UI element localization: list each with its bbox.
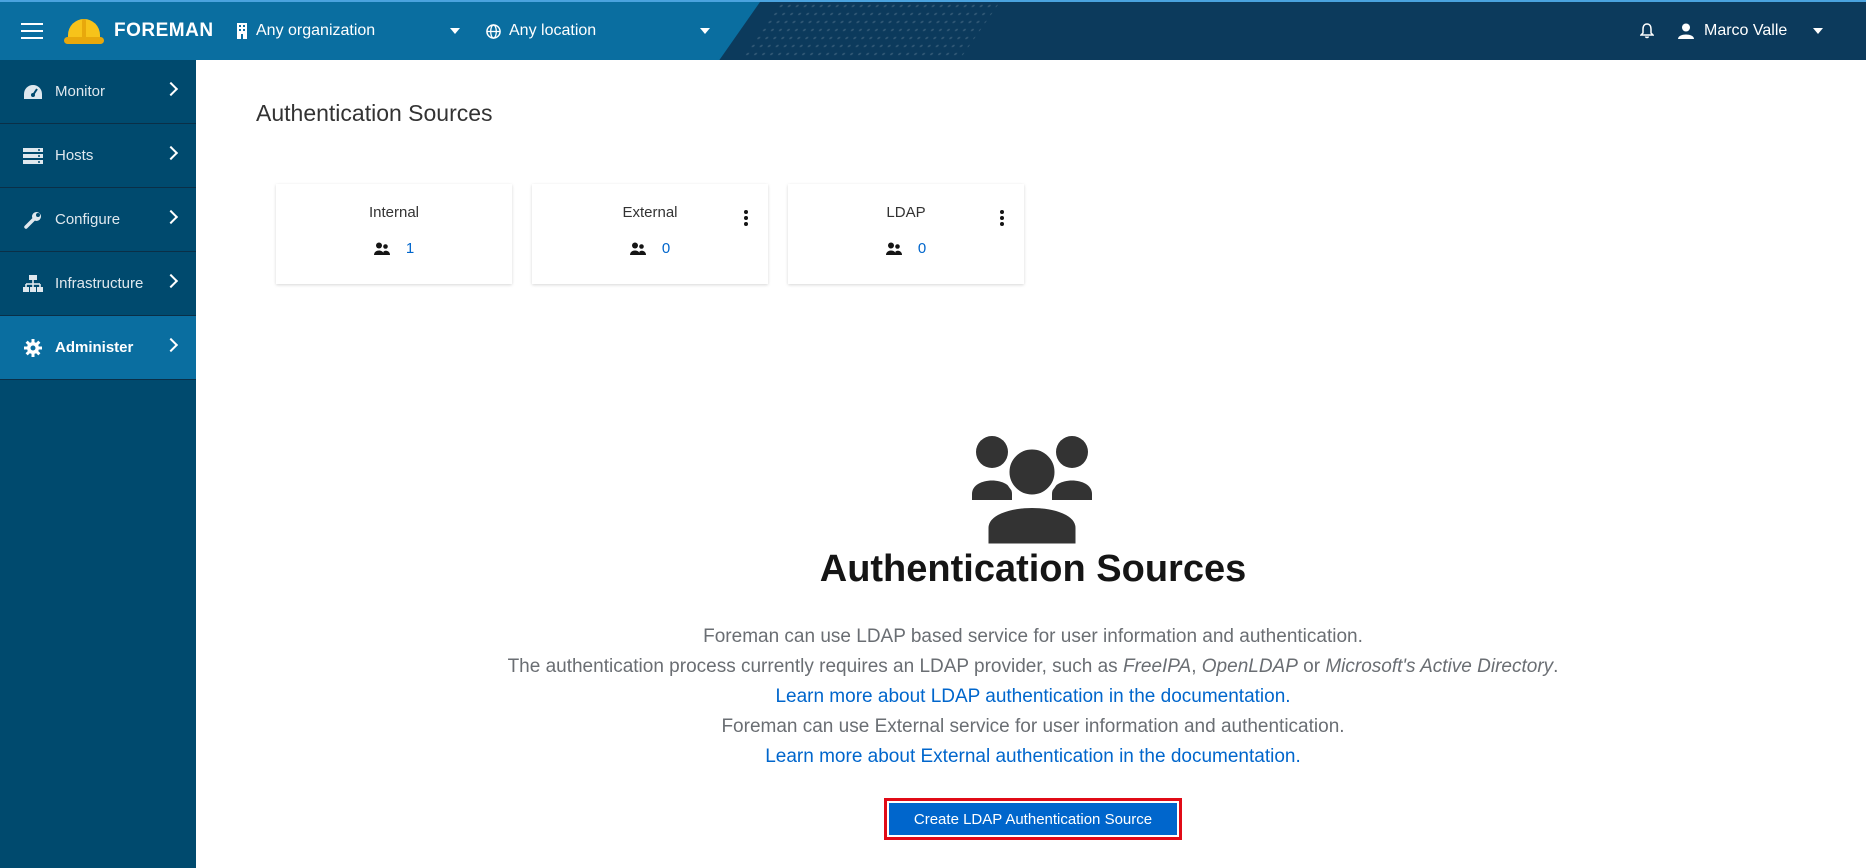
card-title: LDAP — [886, 204, 926, 221]
chevron-down-icon — [450, 28, 460, 34]
sidebar-item-hosts[interactable]: Hosts — [0, 124, 196, 188]
menu-toggle-icon[interactable] — [20, 2, 44, 60]
sidebar-item-monitor[interactable]: Monitor — [0, 60, 196, 124]
card-count: 0 — [788, 240, 1024, 257]
location-dropdown[interactable]: Any location — [486, 2, 710, 60]
users-group-icon — [972, 436, 1092, 546]
user-count-link[interactable]: 0 — [662, 240, 670, 257]
navbar-pattern — [737, 2, 1000, 60]
ldap-docs-link[interactable]: Learn more about LDAP authentication in … — [775, 686, 1290, 707]
sidebar-item-administer[interactable]: Administer — [0, 316, 196, 380]
brand-name: FOREMAN — [114, 20, 214, 41]
ldap-description: Foreman can use LDAP based service for u… — [703, 626, 1363, 647]
auth-source-card-ldap: LDAP 0 — [788, 184, 1024, 284]
chevron-right-icon — [163, 273, 179, 289]
chevron-right-icon — [163, 337, 179, 353]
ldap-provider-note: The authentication process currently req… — [396, 652, 1670, 682]
user-name: Marco Valle — [1704, 22, 1788, 39]
provider-separator: or — [1297, 656, 1326, 677]
user-menu[interactable]: Marco Valle — [1678, 2, 1824, 60]
card-title: External — [622, 204, 678, 221]
provider-freeipa: FreeIPA — [1122, 656, 1192, 677]
chevron-down-icon — [1813, 28, 1824, 34]
auth-source-card-external: External 0 — [532, 184, 768, 284]
sidebar-item-infrastructure[interactable]: Infrastructure — [0, 252, 196, 316]
organization-label: Any organization — [256, 22, 376, 39]
sidebar-item-configure[interactable]: Configure — [0, 188, 196, 252]
sidebar-item-label: Monitor — [55, 83, 106, 100]
building-icon — [237, 23, 247, 39]
card-count: 1 — [276, 240, 512, 257]
sidebar: Monitor Hosts Configure Infrastructure A… — [0, 60, 196, 868]
kebab-menu-icon[interactable] — [744, 210, 748, 226]
users-icon — [629, 242, 646, 255]
empty-state-body: Foreman can use LDAP based service for u… — [396, 622, 1670, 772]
helmet-icon — [64, 17, 104, 45]
gear-icon — [22, 338, 44, 358]
provider-note-end: . — [1553, 656, 1559, 677]
location-label: Any location — [509, 22, 597, 39]
chevron-right-icon — [163, 209, 179, 225]
external-docs-link[interactable]: Learn more about External authentication… — [765, 746, 1301, 767]
page-title: Authentication Sources — [256, 100, 493, 126]
external-description: Foreman can use External service for use… — [721, 716, 1345, 737]
cta-highlight: Create LDAP Authentication Source — [884, 798, 1182, 840]
auth-source-card-internal: Internal 1 — [276, 184, 512, 284]
top-navbar: FOREMAN Any organization Any location Ma… — [0, 0, 1866, 60]
user-count-link[interactable]: 0 — [918, 240, 926, 257]
sidebar-item-label: Configure — [55, 211, 121, 228]
notifications-bell-icon[interactable] — [1638, 2, 1656, 60]
dashboard-icon — [22, 82, 44, 102]
card-count: 0 — [532, 240, 768, 257]
network-icon — [22, 274, 44, 294]
provider-openldap: OpenLDAP — [1201, 656, 1298, 677]
organization-dropdown[interactable]: Any organization — [236, 2, 460, 60]
chevron-right-icon — [163, 81, 179, 97]
user-count-link[interactable]: 1 — [406, 240, 414, 257]
create-ldap-source-button[interactable]: Create LDAP Authentication Source — [889, 803, 1177, 835]
sidebar-item-label: Infrastructure — [55, 275, 144, 292]
server-icon — [22, 146, 44, 166]
users-icon — [373, 242, 390, 255]
users-icon — [885, 242, 902, 255]
kebab-menu-icon[interactable] — [1000, 210, 1004, 226]
sidebar-item-label: Hosts — [55, 147, 94, 164]
provider-separator: , — [1191, 656, 1202, 677]
chevron-right-icon — [163, 145, 179, 161]
brand-logo[interactable]: FOREMAN — [64, 2, 214, 60]
provider-active-directory: Microsoft's Active Directory — [1325, 656, 1554, 677]
card-title: Internal — [368, 204, 420, 221]
user-icon — [1678, 23, 1694, 39]
chevron-down-icon — [700, 28, 710, 34]
sidebar-item-label: Administer — [55, 339, 134, 356]
empty-state-title: Authentication Sources — [819, 548, 1247, 590]
provider-note-text: The authentication process currently req… — [507, 656, 1123, 677]
wrench-icon — [22, 210, 44, 230]
globe-icon — [486, 23, 501, 39]
